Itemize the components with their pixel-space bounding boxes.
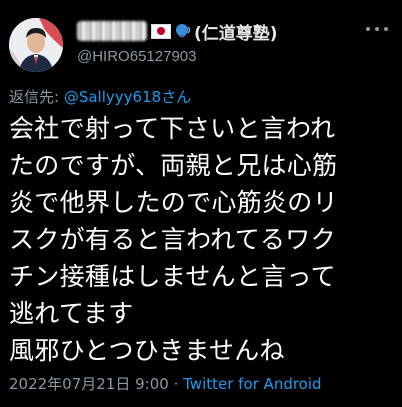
- tweet-text-line: 逃れてます: [9, 299, 134, 328]
- meta-separator: ·: [168, 375, 184, 393]
- reply-mention-link[interactable]: @Sallyyy618さん: [64, 88, 191, 106]
- author-name[interactable]: (仁道尊塾): [77, 18, 278, 44]
- tweet-meta: 2022年07月21日 9:00 · Twitter for Android: [9, 373, 322, 394]
- tweet-text-line: チン接種はしませんと言って: [9, 262, 336, 291]
- japan-flag-icon: [151, 23, 171, 39]
- tweet-text-line: 風邪ひとつひきませんね: [9, 336, 285, 365]
- tweet-timestamp[interactable]: 2022年07月21日 9:00: [9, 375, 169, 393]
- tweet-card: (仁道尊塾) @HIRO65127903 返信先: @Sallyyy618さん …: [0, 0, 402, 407]
- reply-to: 返信先: @Sallyyy618さん: [9, 86, 191, 107]
- tweet-text-line: たのですが、両親と兄は心筋: [9, 151, 338, 180]
- tweet-text-line: 会社で射って下さいと言われ: [9, 114, 336, 143]
- reply-to-label: 返信先:: [9, 88, 64, 106]
- more-options-icon[interactable]: [366, 24, 388, 34]
- redacted-name: [77, 21, 147, 41]
- tweet-text-line: スクが有ると言われてるワク: [9, 225, 336, 254]
- tweet-text-line: 炎で他界したので心筋炎のリ: [9, 188, 338, 217]
- author-name-suffix: (仁道尊塾): [194, 23, 278, 44]
- tweet-source-link[interactable]: Twitter for Android: [183, 375, 321, 393]
- author-handle[interactable]: @HIRO65127903: [77, 48, 196, 65]
- tweet-text: 会社で射って下さいと言われ たのですが、両親と兄は心筋 炎で他界したので心筋炎の…: [9, 110, 397, 369]
- speaking-head-icon: [176, 24, 191, 38]
- avatar[interactable]: [9, 18, 63, 72]
